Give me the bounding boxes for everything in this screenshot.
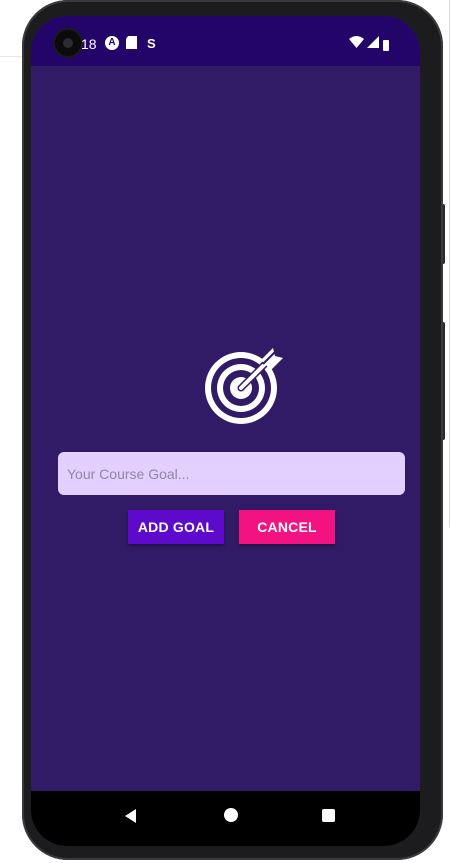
home-icon[interactable] [224, 808, 238, 822]
phone-screen: 18 A S Add Goal Cancel [31, 16, 420, 846]
page-side-divider [449, 0, 450, 527]
course-goal-input[interactable] [58, 452, 405, 495]
add-goal-button[interactable]: Add Goal [128, 510, 224, 544]
status-time: 18 [81, 36, 97, 52]
camera-icon [55, 30, 81, 56]
navigation-bar [31, 791, 420, 846]
notification-s-icon: S [147, 36, 156, 51]
wifi-icon [349, 36, 364, 52]
goal-input-modal [43, 66, 420, 791]
back-icon[interactable] [125, 809, 136, 823]
cancel-button[interactable]: Cancel [239, 510, 335, 544]
recents-icon[interactable] [322, 809, 335, 822]
status-bar: 18 A S [31, 16, 420, 66]
sd-card-icon [126, 36, 137, 53]
notification-a-icon: A [105, 36, 119, 50]
battery-icon [383, 40, 389, 51]
target-goal-icon [205, 348, 283, 424]
signal-icon [367, 36, 379, 52]
